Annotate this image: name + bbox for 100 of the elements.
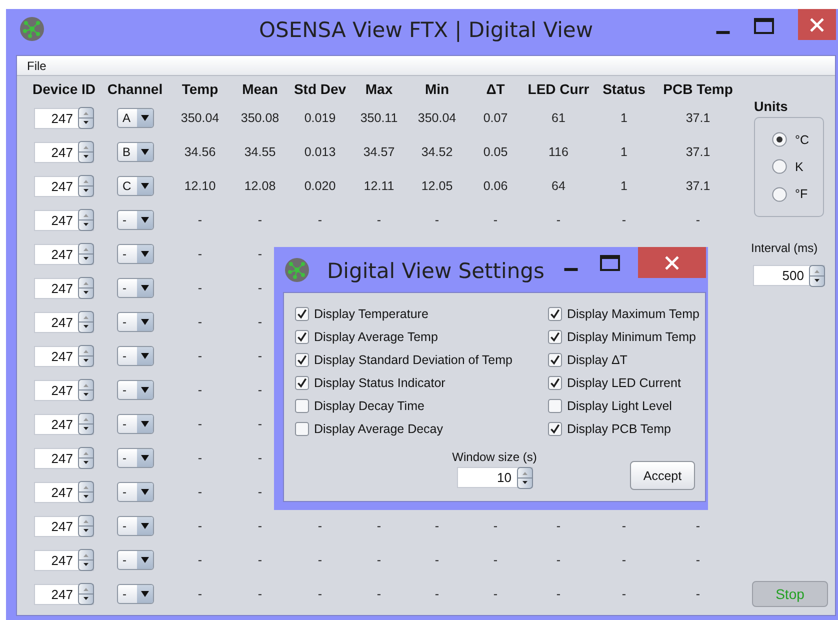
spin-arrows-icon[interactable] [78, 345, 94, 367]
table-cell: 34.57 [363, 145, 395, 159]
channel-dropdown[interactable]: - [116, 584, 154, 604]
table-cell: 37.1 [686, 111, 710, 125]
channel-dropdown[interactable]: C [116, 176, 154, 196]
channel-dropdown[interactable]: - [116, 448, 154, 468]
radio-label: °C [795, 132, 810, 147]
channel-dropdown[interactable]: B [116, 142, 154, 162]
column-header: Temp [182, 80, 218, 96]
device-id-spinner[interactable]: 247 [34, 176, 94, 196]
table-cell: 12.05 [421, 179, 453, 193]
table-cell: - [258, 485, 262, 499]
device-id-spinner[interactable]: 247 [34, 108, 94, 128]
device-id-spinner[interactable]: 247 [34, 414, 94, 434]
device-id-spinner[interactable]: 247 [34, 550, 94, 570]
checkbox[interactable] [295, 306, 309, 320]
close-button[interactable] [798, 9, 836, 40]
device-id-spinner[interactable]: 247 [34, 482, 94, 502]
spin-arrows-icon[interactable] [809, 264, 825, 286]
channel-dropdown[interactable]: - [116, 414, 154, 434]
maximize-icon[interactable] [600, 255, 620, 271]
close-button[interactable] [638, 247, 706, 278]
channel-dropdown[interactable]: - [116, 550, 154, 570]
channel-dropdown[interactable]: - [116, 380, 154, 400]
radio-button[interactable] [772, 186, 787, 202]
channel-dropdown[interactable]: - [116, 516, 154, 536]
channel-dropdown[interactable]: A [116, 108, 154, 128]
table-cell: 34.55 [244, 145, 276, 159]
table-cell: - [493, 213, 498, 227]
channel-dropdown[interactable]: - [116, 312, 154, 332]
device-id-spinner[interactable]: 247 [34, 380, 94, 400]
spin-arrows-icon[interactable] [78, 277, 94, 299]
spin-arrows-icon[interactable] [78, 311, 94, 333]
interval-spinner[interactable]: 500 [753, 265, 825, 286]
device-id-spinner[interactable]: 247 [34, 516, 94, 536]
table-cell: - [622, 587, 626, 601]
table-cell: - [198, 281, 202, 295]
checkbox[interactable] [548, 398, 562, 412]
device-id-spinner[interactable]: 247 [34, 312, 94, 332]
checkbox[interactable] [295, 398, 309, 412]
checkbox[interactable] [295, 376, 309, 390]
window-title: OSENSA View FTX | Digital View [258, 18, 594, 42]
spin-arrows-icon[interactable] [78, 583, 94, 605]
checkbox-label: Display Maximum Temp [567, 306, 700, 320]
device-id-spinner[interactable]: 247 [34, 584, 94, 604]
menu-item[interactable]: File [27, 58, 46, 72]
spin-arrows-icon[interactable] [78, 379, 94, 401]
checkbox[interactable] [548, 352, 562, 366]
device-id-spinner[interactable]: 247 [34, 244, 94, 264]
close-icon[interactable] [810, 18, 824, 32]
radio-button[interactable] [772, 132, 787, 148]
device-id-spinner[interactable]: 247 [34, 448, 94, 468]
maximize-icon[interactable] [754, 18, 774, 34]
window-size-spinner[interactable]: 10 [456, 467, 532, 488]
channel-dropdown[interactable]: - [116, 346, 154, 366]
spin-arrows-icon[interactable] [78, 141, 94, 163]
channel-dropdown[interactable]: - [116, 482, 154, 502]
spin-arrows-icon[interactable] [78, 481, 94, 503]
spin-arrows-icon[interactable] [78, 515, 94, 537]
device-id-spinner[interactable]: 247 [34, 278, 94, 298]
table-cell: 34.56 [184, 145, 216, 159]
spin-arrows-icon[interactable] [78, 243, 94, 265]
spin-arrows-icon[interactable] [78, 107, 94, 129]
device-id-spinner[interactable]: 247 [34, 346, 94, 366]
checkbox[interactable] [295, 352, 309, 366]
table-cell: - [434, 519, 440, 533]
spin-arrows-icon[interactable] [78, 413, 94, 435]
channel-dropdown[interactable]: - [116, 244, 154, 264]
spin-arrows-icon[interactable] [78, 209, 94, 231]
radio-label: °F [795, 187, 808, 202]
table-cell: - [198, 519, 202, 533]
spin-arrows-icon[interactable] [78, 447, 94, 469]
checkbox-label: Display Status Indicator [314, 376, 446, 390]
channel-dropdown[interactable]: - [116, 278, 154, 298]
table-cell: - [198, 553, 202, 567]
table-cell: - [376, 587, 382, 601]
checkbox[interactable] [548, 376, 562, 390]
spin-arrows-icon[interactable] [516, 466, 532, 488]
table-cell: - [318, 553, 322, 567]
close-icon[interactable] [665, 256, 679, 270]
checkbox[interactable] [295, 422, 309, 436]
channel-dropdown[interactable]: - [116, 210, 154, 230]
radio-button[interactable] [772, 159, 787, 174]
checkbox[interactable] [295, 330, 309, 344]
accept-button[interactable]: Accept [630, 461, 695, 490]
table-cell: 1 [620, 145, 628, 159]
app-logo-icon [285, 258, 309, 282]
dialog-title: Digital View Settings [327, 259, 544, 283]
device-id-spinner[interactable]: 247 [34, 210, 94, 230]
minimize-icon[interactable] [714, 31, 732, 34]
checkbox[interactable] [548, 306, 562, 320]
spin-arrows-icon[interactable] [78, 549, 94, 571]
column-header: Status [602, 80, 646, 96]
minimize-icon[interactable] [562, 268, 580, 271]
device-id-spinner[interactable]: 247 [34, 142, 94, 162]
table-cell: - [198, 213, 202, 227]
spin-arrows-icon[interactable] [78, 175, 94, 197]
checkbox[interactable] [548, 422, 562, 436]
table-cell: - [258, 587, 262, 601]
checkbox[interactable] [548, 330, 562, 344]
